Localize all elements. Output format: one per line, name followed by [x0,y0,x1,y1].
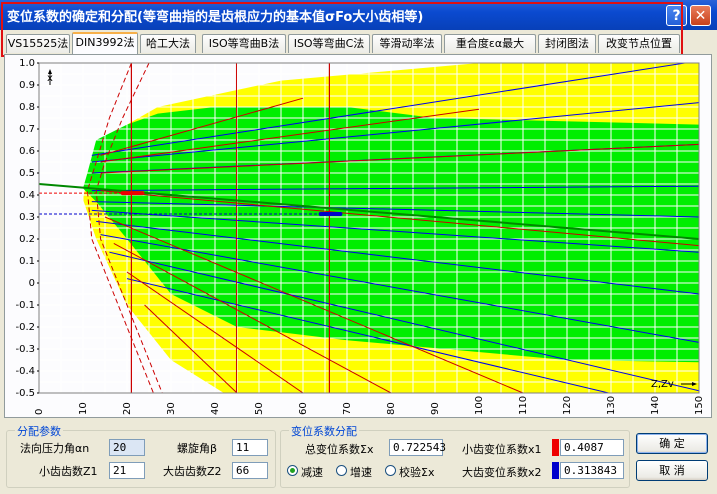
y-tick-label: 0 [29,278,35,289]
x-tick-label: 30 [166,402,177,415]
tab-din3992[interactable]: DIN3992法 [72,32,138,54]
x1-color-swatch [552,439,559,456]
dialog-window: 变位系数的确定和分配(等弯曲指的是齿根应力的基本值σFo大小齿相等) ? ✕ V… [0,0,717,494]
x-tick-label: 20 [122,402,133,415]
y-tick-label: 1.0 [19,58,35,69]
chart-panel: 1.0 0.9 0.8 0.7 0.6 0.5 0.4 0.3 0.2 0.1 0 -0.1 -0.2 -… [4,54,712,418]
tab-max-contact-ratio[interactable]: 重合度εα最大 [444,34,536,53]
tab-closed-diagram[interactable]: 封闭图法 [538,34,596,53]
total-shift-input[interactable]: 0.722543 [389,439,446,456]
x-tick-label: 150 [694,396,705,415]
distribution-params-title: 分配参数 [15,423,63,439]
helix-angle-label: 螺旋角β [177,442,218,455]
y-tick-label: 0.4 [19,190,35,201]
total-shift-label: 总变位系数Σx [305,443,374,456]
pressure-angle-label: 法向压力角αn [20,442,90,455]
y-tick-label: 0.2 [19,234,35,245]
shift-distribution-title: 变位系数分配 [289,423,359,439]
helix-angle-input[interactable]: 11 [232,439,268,456]
radio-acceleration-label[interactable]: 增速 [350,464,372,480]
cancel-button[interactable]: 取 消 [636,460,708,481]
y-tick-label: 0.8 [19,102,35,113]
tab-equal-slide[interactable]: 等滑动率法 [372,34,442,53]
x1-input[interactable]: 0.4087 [560,439,624,456]
y-tick-label: -0.4 [15,366,35,377]
z2-input[interactable]: 66 [232,462,268,479]
x-tick-label: 110 [518,396,529,415]
tab-pitch-point[interactable]: 改变节点位置 [598,34,680,53]
y-tick-label: -0.1 [15,300,35,311]
x-tick-label: 130 [606,396,617,415]
radio-checked-dot [290,468,295,473]
x-tick-label: 60 [298,402,309,415]
y-tick-label: -0.5 [15,388,35,399]
x-tick-label: 90 [430,402,441,415]
radio-deceleration[interactable] [287,465,298,476]
y-tick-label: 0.9 [19,80,35,91]
z2-label: 大齿齿数Z2 [163,465,222,478]
y-tick-label: 0.5 [19,168,35,179]
z1-label: 小齿齿数Z1 [39,465,98,478]
x2-input[interactable]: 0.313843 [560,462,624,479]
y-tick-label: 0.1 [19,256,35,267]
x-tick-label: 10 [78,402,89,415]
y-tick-label: 0.7 [19,124,35,135]
x-axis-label: Z,Zv [651,379,674,390]
close-button[interactable]: ✕ [690,5,711,26]
tab-iso-c[interactable]: ISO等弯曲C法 [288,34,370,53]
x-tick-label: 80 [386,402,397,415]
x2-color-swatch [552,462,559,479]
y-tick-label: 0.3 [19,212,35,223]
help-button[interactable]: ? [666,5,687,26]
x-tick-label: 100 [474,396,485,415]
x-tick-label: 70 [342,402,353,415]
tab-vs15525[interactable]: VS15525法 [6,34,70,53]
radio-deceleration-label[interactable]: 减速 [301,464,323,480]
ok-button[interactable]: 确 定 [636,433,708,454]
x-tick-label: 140 [650,396,661,415]
tab-hit[interactable]: 哈工大法 [140,34,196,53]
y-tick-label: -0.2 [15,322,35,333]
x-tick-label: 0 [34,409,45,415]
radio-check-sum-label[interactable]: 校验Σx [399,464,434,480]
radio-check-sum[interactable] [385,465,396,476]
shift-coefficient-chart[interactable]: 1.0 0.9 0.8 0.7 0.6 0.5 0.4 0.3 0.2 0.1 0 -0.1 -0.2 -… [5,55,711,417]
close-icon: ✕ [694,8,707,24]
y-tick-label: -0.3 [15,344,35,355]
title-bar[interactable]: 变位系数的确定和分配(等弯曲指的是齿根应力的基本值σFo大小齿相等) ? ✕ [0,0,717,30]
window-title: 变位系数的确定和分配(等弯曲指的是齿根应力的基本值σFo大小齿相等) [7,10,424,25]
x1-label: 小齿变位系数x1 [462,443,542,456]
x-tick-label: 40 [210,402,221,415]
y-tick-label: 0.6 [19,146,35,157]
x-tick-label: 50 [254,402,265,415]
x-tick-label: 120 [562,396,573,415]
tab-iso-b[interactable]: ISO等弯曲B法 [202,34,286,53]
z1-input[interactable]: 21 [109,462,145,479]
pressure-angle-input[interactable]: 20 [109,439,145,456]
x2-label: 大齿变位系数x2 [462,466,542,479]
radio-acceleration[interactable] [336,465,347,476]
